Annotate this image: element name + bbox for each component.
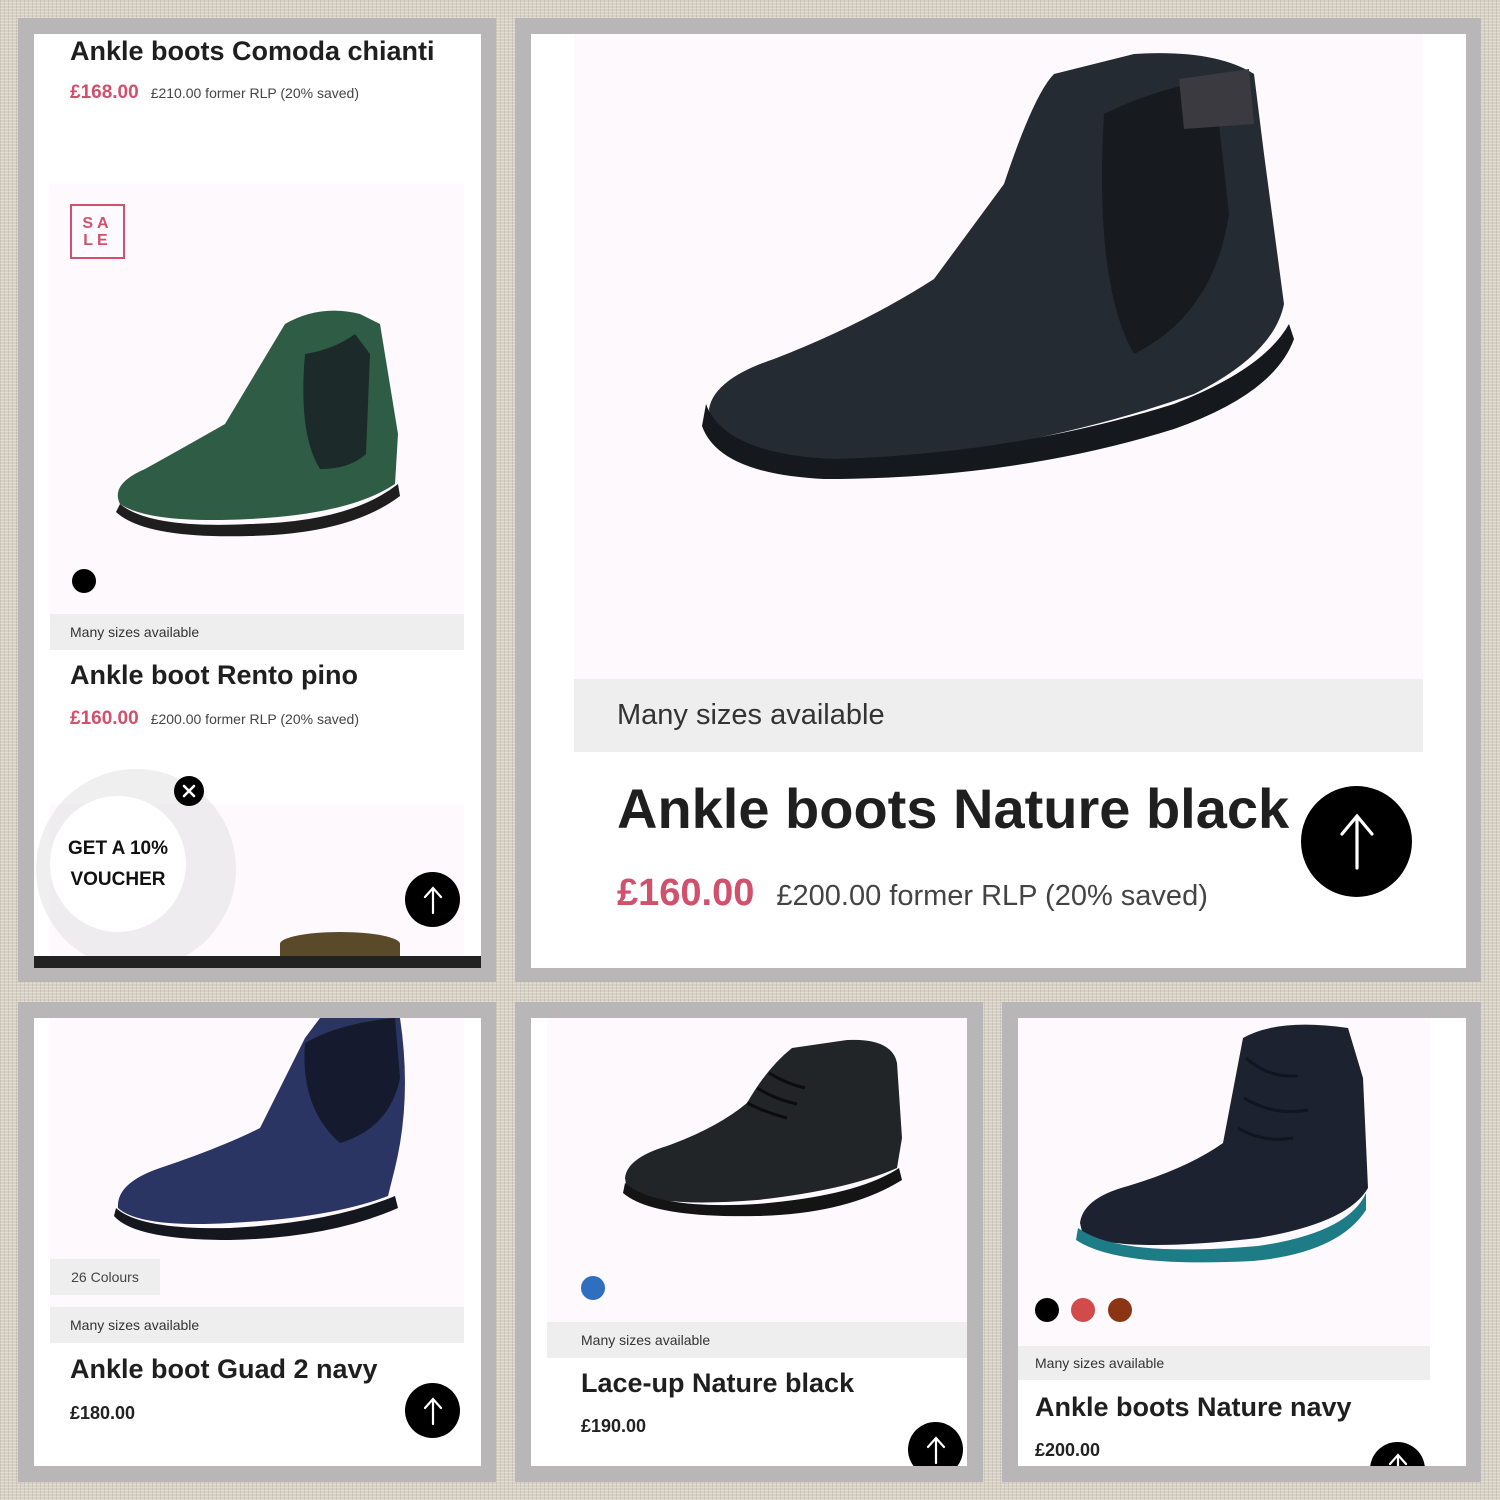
voucher-close-button[interactable] (174, 776, 204, 806)
sale-price: £160.00 (617, 872, 755, 914)
sizes-available-bar: Many sizes available (547, 1322, 967, 1358)
arrow-up-icon (1339, 813, 1374, 870)
color-swatch-blue[interactable] (581, 1276, 605, 1300)
color-swatch-black[interactable] (1035, 1298, 1059, 1322)
product-title[interactable]: Ankle boots Nature navy (1035, 1392, 1352, 1423)
price: £180.00 (70, 1403, 136, 1423)
bottom-nav-bar (34, 956, 481, 968)
product-image-nature-black[interactable] (574, 34, 1423, 679)
product-title[interactable]: Ankle boots Nature black (617, 776, 1289, 841)
black-chelsea-boot-image (702, 53, 1294, 479)
scroll-to-top-button[interactable] (908, 1422, 963, 1466)
navy-ankle-boot-image (1076, 1024, 1368, 1263)
product-title[interactable]: Lace-up Nature black (581, 1368, 854, 1399)
product-image-nature-navy[interactable] (1018, 1018, 1430, 1346)
sizes-available-bar: Many sizes available (574, 679, 1423, 752)
color-swatch-red[interactable] (1071, 1298, 1095, 1322)
former-price: £210.00 former RLP (20% saved) (150, 85, 359, 101)
product-title[interactable]: Ankle boot Guad 2 navy (70, 1354, 378, 1385)
sizes-available-bar: Many sizes available (50, 614, 464, 650)
product-panel-lace-up: Many sizes available Lace-up Nature blac… (531, 1018, 967, 1466)
voucher-line-1: GET A 10% (68, 838, 168, 859)
price-row-rento: £160.00 £200.00 former RLP (20% saved) (70, 708, 359, 730)
product-image-rento[interactable]: SA LE (50, 184, 464, 614)
price-row-comoda: £168.00 £210.00 former RLP (20% saved) (70, 82, 359, 104)
scroll-to-top-button[interactable] (1370, 1442, 1425, 1466)
arrow-up-icon (423, 885, 442, 914)
color-swatch-brown[interactable] (1108, 1298, 1132, 1322)
colours-count-chip[interactable]: 26 Colours (50, 1259, 160, 1295)
sale-price: £160.00 (70, 708, 139, 729)
scroll-to-top-button[interactable] (405, 1383, 460, 1438)
scroll-to-top-button[interactable] (1301, 786, 1412, 897)
product-panel-rento: Ankle boots Comoda chianti £168.00 £210.… (34, 34, 481, 968)
product-panel-nature-black: Many sizes available Ankle boots Nature … (531, 34, 1466, 968)
arrow-up-icon (1388, 1453, 1407, 1466)
price-row: £190.00 (581, 1416, 646, 1437)
product-title-rento[interactable]: Ankle boot Rento pino (70, 660, 358, 691)
price-row: £160.00 £200.00 former RLP (20% saved) (617, 872, 1208, 915)
price-row: £180.00 (70, 1403, 135, 1424)
sizes-available-bar: Many sizes available (50, 1307, 464, 1343)
product-image-lace-up[interactable] (547, 1018, 967, 1322)
voucher-badge[interactable]: GET A 10% VOUCHER (50, 796, 186, 932)
sale-price: £168.00 (70, 82, 139, 103)
price: £190.00 (581, 1416, 647, 1436)
former-price: £200.00 former RLP (20% saved) (776, 880, 1208, 912)
scroll-to-top-button[interactable] (405, 872, 460, 927)
sizes-available-bar: Many sizes available (1018, 1346, 1430, 1380)
color-swatch-black[interactable] (72, 569, 96, 593)
green-chelsea-boot-image (116, 310, 400, 537)
close-icon (182, 784, 196, 798)
arrow-up-icon (926, 1435, 945, 1464)
product-panel-nature-navy: Many sizes available Ankle boots Nature … (1018, 1018, 1466, 1466)
black-lace-up-boot-image (623, 1039, 902, 1217)
voucher-line-2: VOUCHER (70, 869, 166, 890)
product-image-guad[interactable]: 26 Colours (50, 1018, 464, 1307)
price-row: £200.00 (1035, 1440, 1100, 1461)
product-title-comoda[interactable]: Ankle boots Comoda chianti (70, 36, 435, 67)
arrow-up-icon (423, 1396, 442, 1425)
former-price: £200.00 former RLP (20% saved) (150, 711, 359, 727)
price: £200.00 (1035, 1440, 1101, 1460)
product-panel-guad: 26 Colours Many sizes available Ankle bo… (34, 1018, 481, 1466)
next-product-peek (280, 932, 400, 956)
